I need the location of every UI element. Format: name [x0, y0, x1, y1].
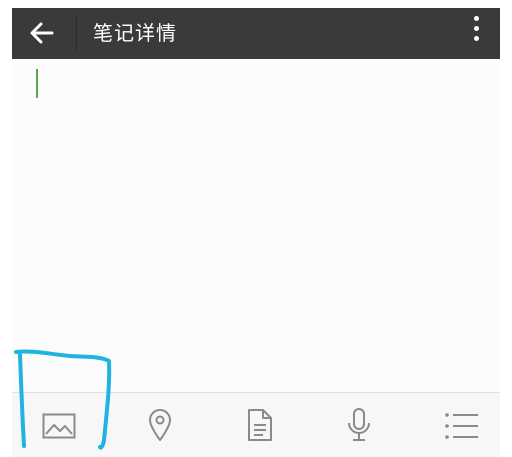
- voice-input-button[interactable]: [324, 393, 394, 457]
- checklist-icon: [445, 413, 478, 439]
- more-menu-button[interactable]: [452, 8, 500, 59]
- more-vertical-icon: [474, 26, 479, 31]
- image-icon: [42, 413, 76, 439]
- screen: 笔记详情: [0, 0, 512, 457]
- title-bar: 笔记详情: [12, 8, 500, 59]
- title-divider: [76, 14, 77, 52]
- back-button[interactable]: [12, 8, 74, 59]
- microphone-icon: [348, 408, 370, 441]
- note-editor[interactable]: [12, 59, 500, 391]
- insert-document-button[interactable]: [224, 393, 294, 457]
- more-vertical-icon: [474, 36, 479, 41]
- document-icon: [248, 409, 272, 441]
- arrow-left-icon: [30, 22, 54, 44]
- checklist-button[interactable]: [427, 393, 497, 457]
- note-detail-page: 笔记详情: [12, 8, 500, 457]
- insert-image-button[interactable]: [24, 393, 94, 457]
- location-pin-icon: [149, 409, 171, 441]
- page-title: 笔记详情: [93, 21, 177, 45]
- insert-location-button[interactable]: [125, 393, 195, 457]
- bottom-toolbar: [12, 392, 500, 457]
- more-vertical-icon: [474, 16, 479, 21]
